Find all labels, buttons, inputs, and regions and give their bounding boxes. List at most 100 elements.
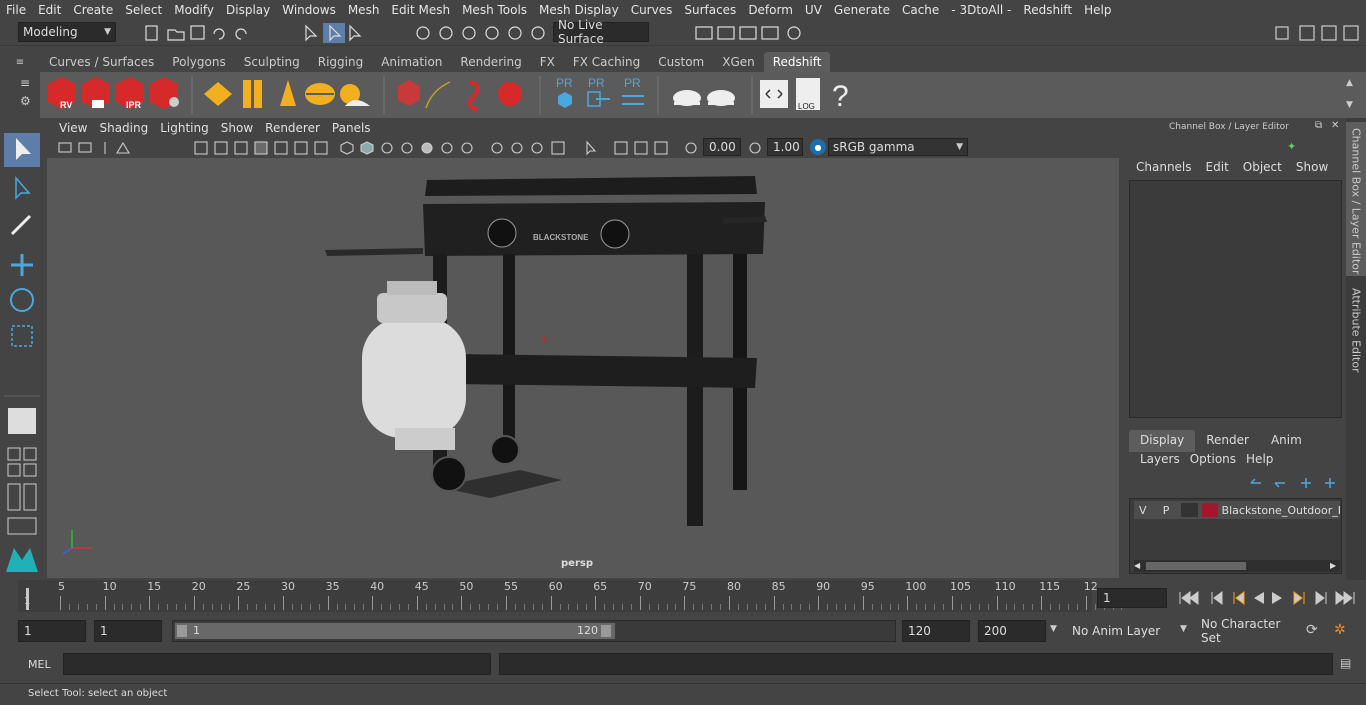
- channel-menu-object[interactable]: Object: [1236, 160, 1289, 178]
- shelf-scroll-up-icon[interactable]: ▲: [1346, 78, 1353, 88]
- layer-row[interactable]: V P Blackstone_Outdoor_F: [1134, 501, 1340, 519]
- chevron-down-icon[interactable]: ▼: [1180, 624, 1187, 634]
- shelf-tab-menu-icon[interactable]: ≡: [20, 76, 30, 90]
- channel-menu-edit[interactable]: Edit: [1199, 160, 1236, 178]
- menu-item-file[interactable]: File: [0, 3, 32, 17]
- range-slider-right-handle[interactable]: [601, 625, 611, 637]
- menu-item-select[interactable]: Select: [119, 3, 168, 17]
- shelf-tab-fx-caching[interactable]: FX Caching: [564, 52, 649, 72]
- scroll-left-icon[interactable]: ◀: [1134, 561, 1140, 570]
- menu-item-edit-mesh[interactable]: Edit Mesh: [385, 3, 456, 17]
- anim-layer-dropdown[interactable]: No Anim Layer: [1068, 620, 1180, 642]
- live-surface-field[interactable]: No Live Surface: [553, 18, 649, 46]
- script-editor-icon[interactable]: ▤: [1340, 656, 1351, 670]
- current-time-marker[interactable]: [26, 588, 29, 610]
- playback-start-field[interactable]: 1: [94, 620, 162, 642]
- menu-item-mesh-display[interactable]: Mesh Display: [533, 3, 625, 17]
- menu-item-cache[interactable]: Cache: [896, 3, 945, 17]
- close-icon[interactable]: ✕: [1331, 120, 1339, 131]
- layer-playback-toggle[interactable]: P: [1155, 504, 1176, 517]
- panel-menu-shading[interactable]: Shading: [93, 121, 154, 135]
- chevron-down-icon[interactable]: ▼: [1050, 624, 1057, 634]
- shelf-scroll-down-icon[interactable]: ▼: [1346, 100, 1353, 110]
- range-slider-left-handle[interactable]: [177, 625, 187, 637]
- menu-item-redshift[interactable]: Redshift: [1017, 3, 1078, 17]
- channel-list[interactable]: [1129, 180, 1342, 418]
- range-slider-track[interactable]: 1 120: [172, 620, 896, 642]
- layer-color-swatch[interactable]: [1202, 503, 1218, 517]
- color-space-dropdown[interactable]: sRGB gamma ▼: [828, 138, 968, 156]
- shelf-tab-custom[interactable]: Custom: [649, 52, 713, 72]
- scrollbar-thumb[interactable]: [1146, 562, 1246, 570]
- channel-options-icon[interactable]: ✦: [1287, 140, 1296, 153]
- shelf-tab-curves-surfaces[interactable]: Curves / Surfaces: [40, 52, 163, 72]
- time-slider-track[interactable]: 1 5 10 15 20 25 30 35 40 45 50 55 60 65 70 75 80 85 90 95 1…: [18, 580, 1123, 612]
- exposure-field[interactable]: 0.00: [703, 138, 741, 156]
- time-minor-tick: [167, 604, 169, 610]
- current-frame-field[interactable]: 1: [1097, 588, 1167, 608]
- panel-menu-lighting[interactable]: Lighting: [154, 121, 215, 135]
- menu-item-windows[interactable]: Windows: [276, 3, 342, 17]
- menu-item-mesh-tools[interactable]: Mesh Tools: [456, 3, 533, 17]
- menu-item-3dtoall[interactable]: - 3DtoAll -: [945, 3, 1017, 17]
- mel-command-input[interactable]: [63, 653, 491, 675]
- color-management-icon[interactable]: ●: [810, 139, 826, 155]
- shelf-tab-polygons[interactable]: Polygons: [163, 52, 234, 72]
- layer-visibility-toggle[interactable]: V: [1134, 504, 1151, 517]
- viewport-3d[interactable]: BLACKSTONE persp: [47, 158, 1119, 578]
- menu-item-surfaces[interactable]: Surfaces: [678, 3, 742, 17]
- channel-box-side-tab[interactable]: Channel Box / Layer Editor: [1346, 122, 1366, 276]
- time-slider[interactable]: 1 5 10 15 20 25 30 35 40 45 50 55 60 65 70 75 80 85 90 95 1…: [0, 580, 1366, 616]
- shelf-tab-redshift[interactable]: Redshift: [763, 52, 831, 72]
- animation-end-field[interactable]: 200: [978, 620, 1046, 642]
- shelf-menu-icon[interactable]: ≡: [0, 57, 40, 72]
- mode-dropdown[interactable]: Modeling ▼: [18, 22, 116, 42]
- layer-display-type[interactable]: [1180, 503, 1199, 517]
- layer-tab-display[interactable]: Display: [1129, 430, 1196, 452]
- layer-tab-render[interactable]: Render: [1195, 430, 1260, 452]
- panel-menu-renderer[interactable]: Renderer: [259, 121, 326, 135]
- animation-start-field[interactable]: 1: [18, 620, 86, 642]
- float-panel-icon[interactable]: ⧉: [1315, 120, 1322, 131]
- shelf-tab-rigging[interactable]: Rigging: [309, 52, 372, 72]
- shelf-tab-xgen[interactable]: XGen: [713, 52, 764, 72]
- layer-horizontal-scrollbar[interactable]: ◀ ▶: [1134, 560, 1340, 572]
- animation-preferences-icon[interactable]: ✲: [1334, 622, 1346, 638]
- panel-menu-show[interactable]: Show: [215, 121, 259, 135]
- panel-menu-panels[interactable]: Panels: [326, 121, 377, 135]
- menu-item-deform[interactable]: Deform: [742, 3, 799, 17]
- panel-menu-view[interactable]: View: [53, 121, 93, 135]
- channel-menu-channels[interactable]: Channels: [1129, 160, 1199, 178]
- menu-item-mesh[interactable]: Mesh: [342, 3, 386, 17]
- playback-end-field[interactable]: 120: [902, 620, 970, 642]
- gamma-field[interactable]: 1.00: [767, 138, 803, 156]
- time-tick-label: 45: [414, 580, 429, 593]
- character-set-dropdown[interactable]: No Character Set: [1197, 617, 1297, 645]
- layer-tab-anim[interactable]: Anim: [1260, 430, 1313, 452]
- menu-item-uv[interactable]: UV: [799, 3, 828, 17]
- script-language-label[interactable]: MEL: [28, 658, 51, 671]
- channel-menu-show[interactable]: Show: [1289, 160, 1335, 178]
- shelf-tab-animation[interactable]: Animation: [372, 52, 451, 72]
- chevron-down-icon: ▼: [104, 27, 111, 37]
- menu-item-display[interactable]: Display: [220, 3, 276, 17]
- shelf-tab-fx[interactable]: FX: [531, 52, 564, 72]
- menu-item-curves[interactable]: Curves: [625, 3, 679, 17]
- menu-item-generate[interactable]: Generate: [828, 3, 896, 17]
- menu-item-help[interactable]: Help: [1078, 3, 1117, 17]
- shelf-tab-rendering[interactable]: Rendering: [451, 52, 530, 72]
- menu-item-modify[interactable]: Modify: [168, 3, 220, 17]
- range-slider-bar[interactable]: 1 120: [175, 623, 615, 639]
- scene-pivot-marker: [542, 336, 548, 342]
- menu-item-create[interactable]: Create: [67, 3, 119, 17]
- scroll-right-icon[interactable]: ▶: [1330, 561, 1336, 570]
- grill-model[interactable]: BLACKSTONE: [47, 158, 1119, 578]
- layer-menu-layers[interactable]: Layers: [1135, 452, 1185, 472]
- shelf-gear-icon[interactable]: ⚙: [20, 94, 31, 108]
- layer-menu-help[interactable]: Help: [1241, 452, 1278, 472]
- layer-menu-options[interactable]: Options: [1185, 452, 1241, 472]
- menu-item-edit[interactable]: Edit: [32, 3, 67, 17]
- shelf-tab-sculpting[interactable]: Sculpting: [235, 52, 309, 72]
- auto-key-icon[interactable]: ⟳: [1306, 622, 1318, 638]
- attribute-editor-side-tab[interactable]: Attribute Editor: [1346, 282, 1366, 382]
